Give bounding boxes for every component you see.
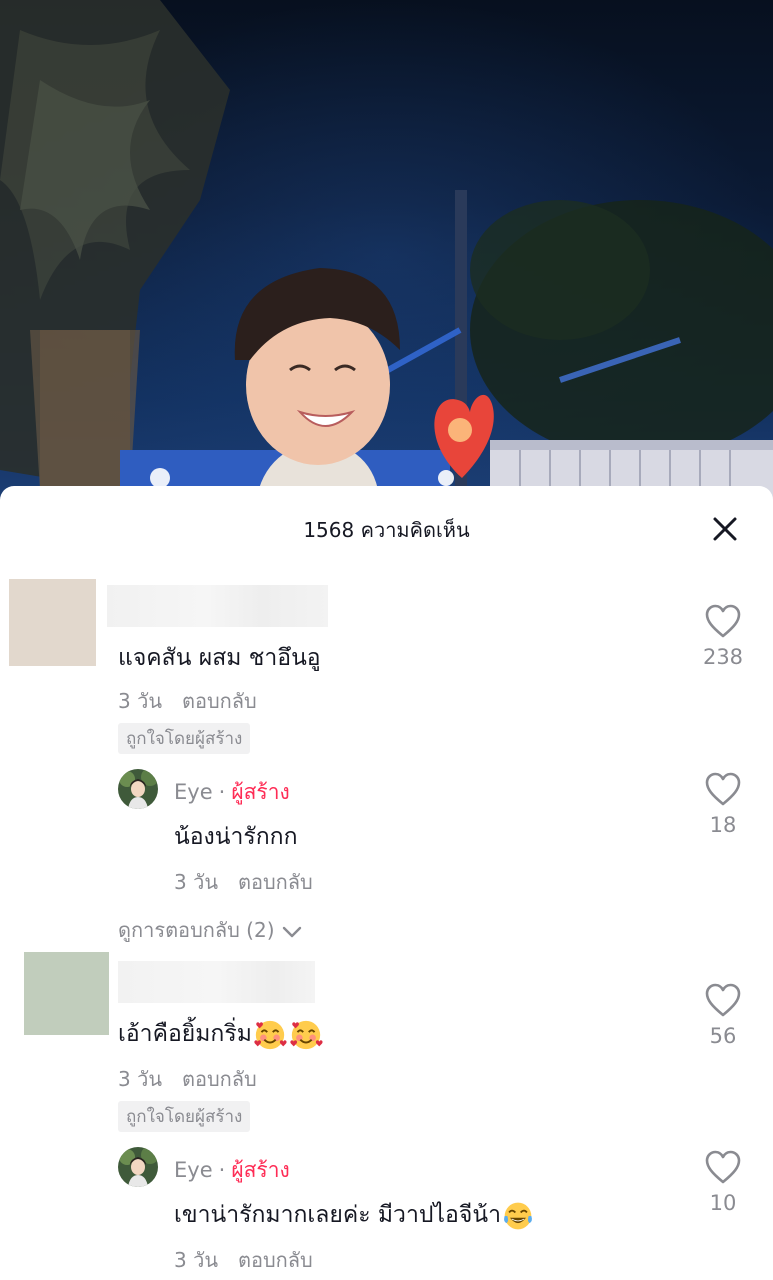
creator-avatar[interactable] <box>118 1147 158 1187</box>
creator-tag: ผู้สร้าง <box>231 780 290 804</box>
like-count: 56 <box>709 1024 737 1048</box>
reply-button[interactable]: ตอบกลับ <box>238 1248 313 1272</box>
reply-time: 3 วัน <box>174 1248 218 1272</box>
like-count: 238 <box>702 645 744 669</box>
liked-by-creator-badge: ถูกใจโดยผู้สร้าง <box>118 723 251 754</box>
creator-name[interactable]: Eye <box>174 1158 213 1182</box>
view-replies-button[interactable]: ดูการตอบกลับ (2) <box>118 914 303 946</box>
heart-icon <box>705 604 741 638</box>
reply-button[interactable]: ตอบกลับ <box>238 870 313 894</box>
creator-name-line: Eye · ผู้สร้าง <box>174 1158 290 1182</box>
reply-button[interactable]: ตอบกลับ <box>182 1067 257 1091</box>
like-count: 18 <box>709 813 737 837</box>
creator-tag: ผู้สร้าง <box>231 1158 290 1182</box>
comment-text: แจคสัน ผสม ชาอึนอู <box>118 645 321 671</box>
comment-time: 3 วัน <box>118 689 162 713</box>
comment-text: เอ้าคือยิ้มกริ่ม <box>118 1016 324 1052</box>
reply-time: 3 วัน <box>174 870 218 894</box>
creator-name[interactable]: Eye <box>174 780 213 804</box>
smiling-face-with-hearts-icon <box>290 1020 323 1049</box>
heart-icon <box>705 983 741 1017</box>
close-icon[interactable] <box>706 510 744 548</box>
comments-sheet: 1568 ความคิดเห็น แจคสัน ผสม ชาอึนอู 3 วั… <box>0 486 773 1280</box>
comments-count-title: 1568 ความคิดเห็น <box>303 518 470 542</box>
heart-icon <box>705 1150 741 1184</box>
reply-meta: 3 วัน ตอบกลับ <box>174 1244 313 1276</box>
comment-meta: 3 วัน ตอบกลับ <box>118 1063 257 1095</box>
smiling-face-with-hearts-icon <box>254 1020 287 1049</box>
video-background[interactable] <box>0 0 773 510</box>
creator-avatar[interactable] <box>118 769 158 809</box>
avatar[interactable] <box>9 579 96 666</box>
like-button[interactable]: 10 <box>693 1149 753 1215</box>
username-redacted <box>118 961 315 1003</box>
reply-meta: 3 วัน ตอบกลับ <box>174 866 313 898</box>
username-redacted <box>107 585 328 627</box>
like-button[interactable]: 56 <box>693 982 753 1048</box>
chevron-down-icon <box>282 926 302 937</box>
face-with-tears-of-joy-icon <box>504 1202 532 1229</box>
video-frame-image <box>0 0 773 510</box>
heart-icon <box>705 772 741 806</box>
comments-header: 1568 ความคิดเห็น <box>0 486 773 568</box>
reply-text: น้องน่ารักกก <box>174 824 298 850</box>
liked-by-creator-badge: ถูกใจโดยผู้สร้าง <box>118 1101 251 1132</box>
like-count: 10 <box>709 1191 737 1215</box>
like-button[interactable]: 18 <box>693 771 753 837</box>
reply-text: เขาน่ารักมากเลยค่ะ มีวาปไอจีน้า <box>174 1197 535 1233</box>
comment-meta: 3 วัน ตอบกลับ <box>118 685 257 717</box>
like-button[interactable]: 238 <box>693 603 753 669</box>
reply-button[interactable]: ตอบกลับ <box>182 689 257 713</box>
creator-name-line: Eye · ผู้สร้าง <box>174 780 290 804</box>
comment-time: 3 วัน <box>118 1067 162 1091</box>
avatar[interactable] <box>24 952 109 1035</box>
